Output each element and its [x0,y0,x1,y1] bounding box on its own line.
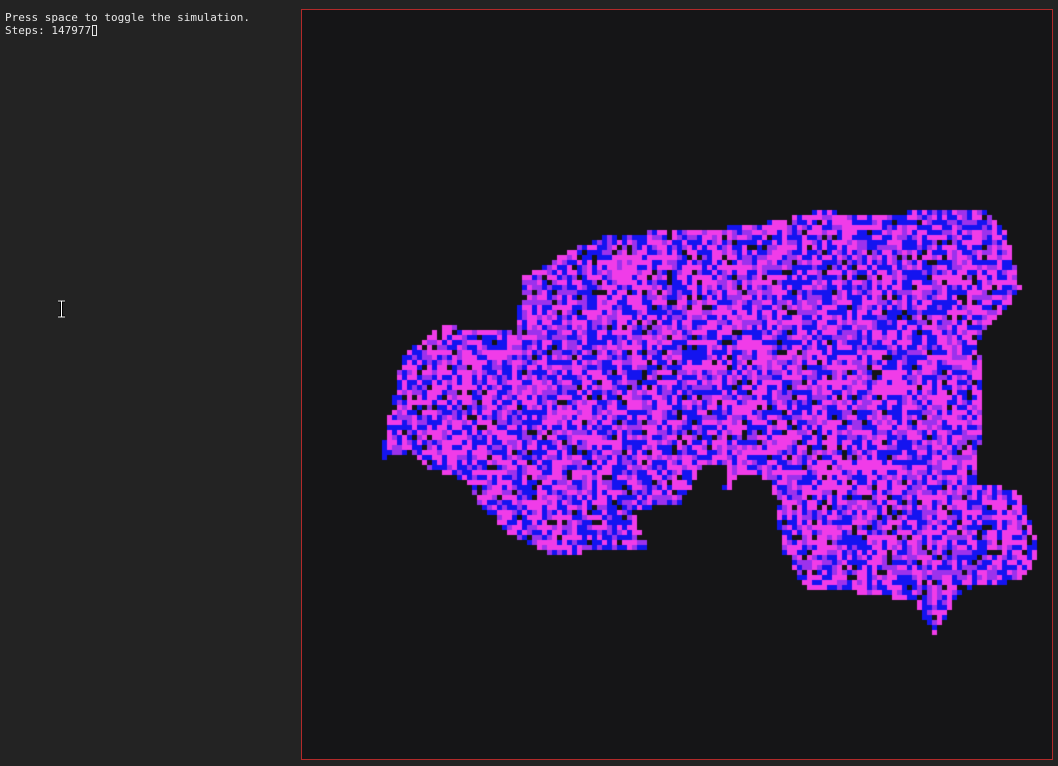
info-panel: Press space to toggle the simulation. St… [0,0,300,766]
ibeam-cursor-icon [58,300,65,318]
app-window: Press space to toggle the simulation. St… [0,0,1058,766]
simulation-viewport[interactable] [301,9,1053,760]
steps-label: Steps: [5,24,45,37]
simulation-grid[interactable] [302,10,1052,759]
text-cursor-icon [92,25,98,36]
steps-counter: 147977 [51,24,92,37]
info-text-block: Press space to toggle the simulation. St… [5,11,250,37]
instruction-text: Press space to toggle the simulation. [5,11,251,24]
